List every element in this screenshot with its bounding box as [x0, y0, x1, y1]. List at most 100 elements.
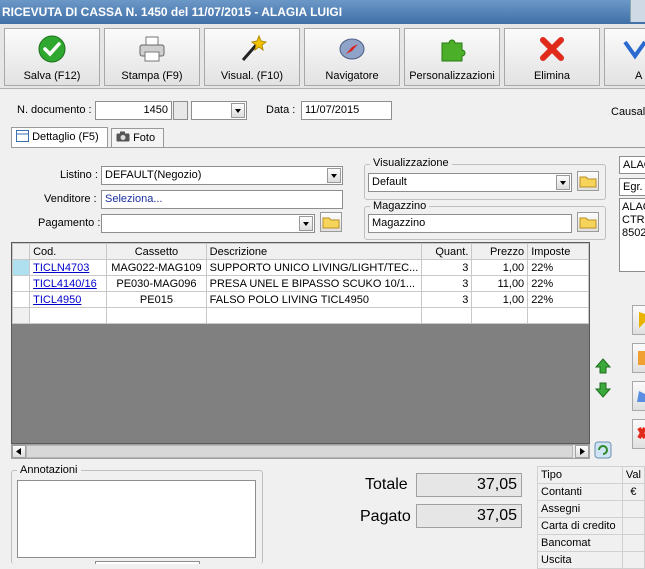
payment-row[interactable]: Contanti € [538, 484, 645, 501]
window-control-button[interactable] [630, 0, 645, 22]
row-indicator[interactable] [13, 308, 30, 324]
doc-series-box[interactable] [173, 101, 188, 120]
totale-label: Totale [365, 476, 408, 494]
payment-row[interactable]: Uscita [538, 552, 645, 569]
customer-address-line: CTR [622, 214, 645, 227]
table-row[interactable]: TICL4140/16 PE030-MAG096 PRESA UNEL E BI… [13, 276, 589, 292]
row-indicator[interactable] [13, 260, 30, 276]
annotazioni-title: Annotazioni [17, 464, 81, 476]
tab-foto-label: Foto [133, 132, 155, 144]
doc-series-select[interactable] [191, 101, 247, 120]
visualizzazione-select[interactable]: Default [368, 173, 572, 192]
more-button[interactable]: A [604, 28, 645, 86]
doc-number-field[interactable]: 1450 [95, 101, 172, 120]
venditore-field[interactable]: Seleziona... [101, 190, 343, 209]
chevron-down-icon[interactable] [556, 175, 570, 190]
cell-descrizione: SUPPORTO UNICO LIVING/LIGHT/TEC... [206, 260, 422, 276]
cell-descrizione: PRESA UNEL E BIPASSO SCUKO 10/1... [206, 276, 422, 292]
delete-button[interactable]: Elimina [504, 28, 600, 86]
listino-select[interactable]: DEFAULT(Negozio) [101, 166, 343, 185]
cell-empty[interactable] [107, 308, 206, 324]
side-button-hand[interactable] [632, 381, 645, 411]
row-indicator[interactable] [13, 292, 30, 308]
move-down-button[interactable] [595, 382, 611, 398]
cell-cod[interactable]: TICLN4703 [30, 260, 107, 276]
scroll-left-button[interactable] [12, 445, 26, 458]
items-grid[interactable]: Cod. Cassetto Descrizione Quant. Prezzo … [11, 242, 590, 444]
pagamento-label: Pagamento : [38, 217, 100, 229]
cell-empty[interactable] [206, 308, 422, 324]
cell-cod[interactable]: TICL4140/16 [30, 276, 107, 292]
side-button-report[interactable] [632, 343, 645, 373]
table-row[interactable]: TICL4950 PE015 FALSO POLO LIVING TICL495… [13, 292, 589, 308]
navigator-button[interactable]: Navigatore [304, 28, 400, 86]
payment-row[interactable]: Assegni [538, 501, 645, 518]
customize-button[interactable]: Personalizzazioni [404, 28, 500, 86]
payment-row[interactable]: Carta di credito [538, 518, 645, 535]
column-header-prezzo[interactable]: Prezzo [472, 244, 528, 260]
scroll-right-button[interactable] [575, 445, 589, 458]
preview-button[interactable]: Visual. (F10) [204, 28, 300, 86]
cell-cod[interactable]: TICL4950 [30, 292, 107, 308]
doc-number-label: N. documento : [17, 104, 92, 116]
customer-title-field[interactable]: Egr. [619, 178, 645, 196]
payment-val[interactable] [622, 552, 644, 569]
chevron-down-icon[interactable] [299, 216, 313, 231]
grid-header-row: Cod. Cassetto Descrizione Quant. Prezzo … [13, 244, 589, 260]
cell-empty[interactable] [528, 308, 589, 324]
side-button-shield[interactable] [632, 305, 645, 335]
table-row[interactable]: TICLN4703 MAG022-MAG109 SUPPORTO UNICO L… [13, 260, 589, 276]
payment-tipo: Bancomat [538, 535, 623, 552]
payment-row[interactable]: Bancomat [538, 535, 645, 552]
customer-name-field[interactable]: ALAG [619, 156, 645, 174]
grid-row-indicator-header [13, 244, 30, 260]
payment-val[interactable] [622, 501, 644, 518]
cell-empty[interactable] [472, 308, 528, 324]
pagato-value: 37,05 [416, 504, 522, 528]
payment-val[interactable] [622, 535, 644, 552]
cell-prezzo: 11,00 [472, 276, 528, 292]
tab-divider [11, 147, 645, 148]
refresh-button[interactable] [594, 441, 612, 459]
arrow-left-icon [13, 446, 25, 457]
grid-horizontal-scrollbar[interactable] [11, 444, 590, 459]
column-header-imposte[interactable]: Imposte [528, 244, 589, 260]
print-button-label: Stampa (F9) [105, 70, 199, 82]
folder-icon [322, 214, 340, 230]
visualizzazione-value: Default [372, 176, 407, 188]
cell-empty[interactable] [422, 308, 472, 324]
column-header-cassetto[interactable]: Cassetto [107, 244, 206, 260]
row-indicator[interactable] [13, 276, 30, 292]
chevron-down-icon[interactable] [231, 103, 245, 118]
scroll-thumb[interactable] [26, 445, 573, 458]
payment-val[interactable] [622, 518, 644, 535]
column-header-quant[interactable]: Quant. [422, 244, 472, 260]
move-up-button[interactable] [595, 358, 611, 374]
side-button-delete[interactable] [632, 419, 645, 449]
payments-header-val[interactable]: Val [622, 467, 644, 484]
column-header-cod[interactable]: Cod. [30, 244, 107, 260]
payment-val[interactable]: € [622, 484, 644, 501]
cell-empty[interactable] [30, 308, 107, 324]
print-button[interactable]: Stampa (F9) [104, 28, 200, 86]
save-button[interactable]: Salva (F12) [4, 28, 100, 86]
pagamento-folder-button[interactable] [320, 212, 342, 232]
date-field[interactable]: 11/07/2015 [301, 101, 392, 120]
magazzino-folder-button[interactable] [577, 212, 599, 232]
visualizzazione-folder-button[interactable] [577, 171, 599, 191]
tab-dettaglio[interactable]: Dettaglio (F5) [11, 127, 108, 147]
tab-foto[interactable]: Foto [111, 128, 164, 148]
magazzino-field[interactable]: Magazzino [368, 214, 572, 233]
chevron-down-icon[interactable] [327, 168, 341, 183]
customize-button-label: Personalizzazioni [405, 70, 499, 82]
pagamento-select[interactable] [101, 214, 315, 233]
cell-imposte: 22% [528, 276, 589, 292]
payments-header-tipo[interactable]: Tipo [538, 467, 623, 484]
customer-address-box[interactable]: ALAG CTR 8502 [619, 198, 645, 272]
table-row-empty[interactable] [13, 308, 589, 324]
column-header-descrizione[interactable]: Descrizione [206, 244, 422, 260]
arrow-right-icon [576, 446, 588, 457]
folder-icon [579, 214, 597, 230]
checkmark-icon [37, 34, 67, 64]
annotazioni-textarea[interactable] [17, 480, 256, 558]
